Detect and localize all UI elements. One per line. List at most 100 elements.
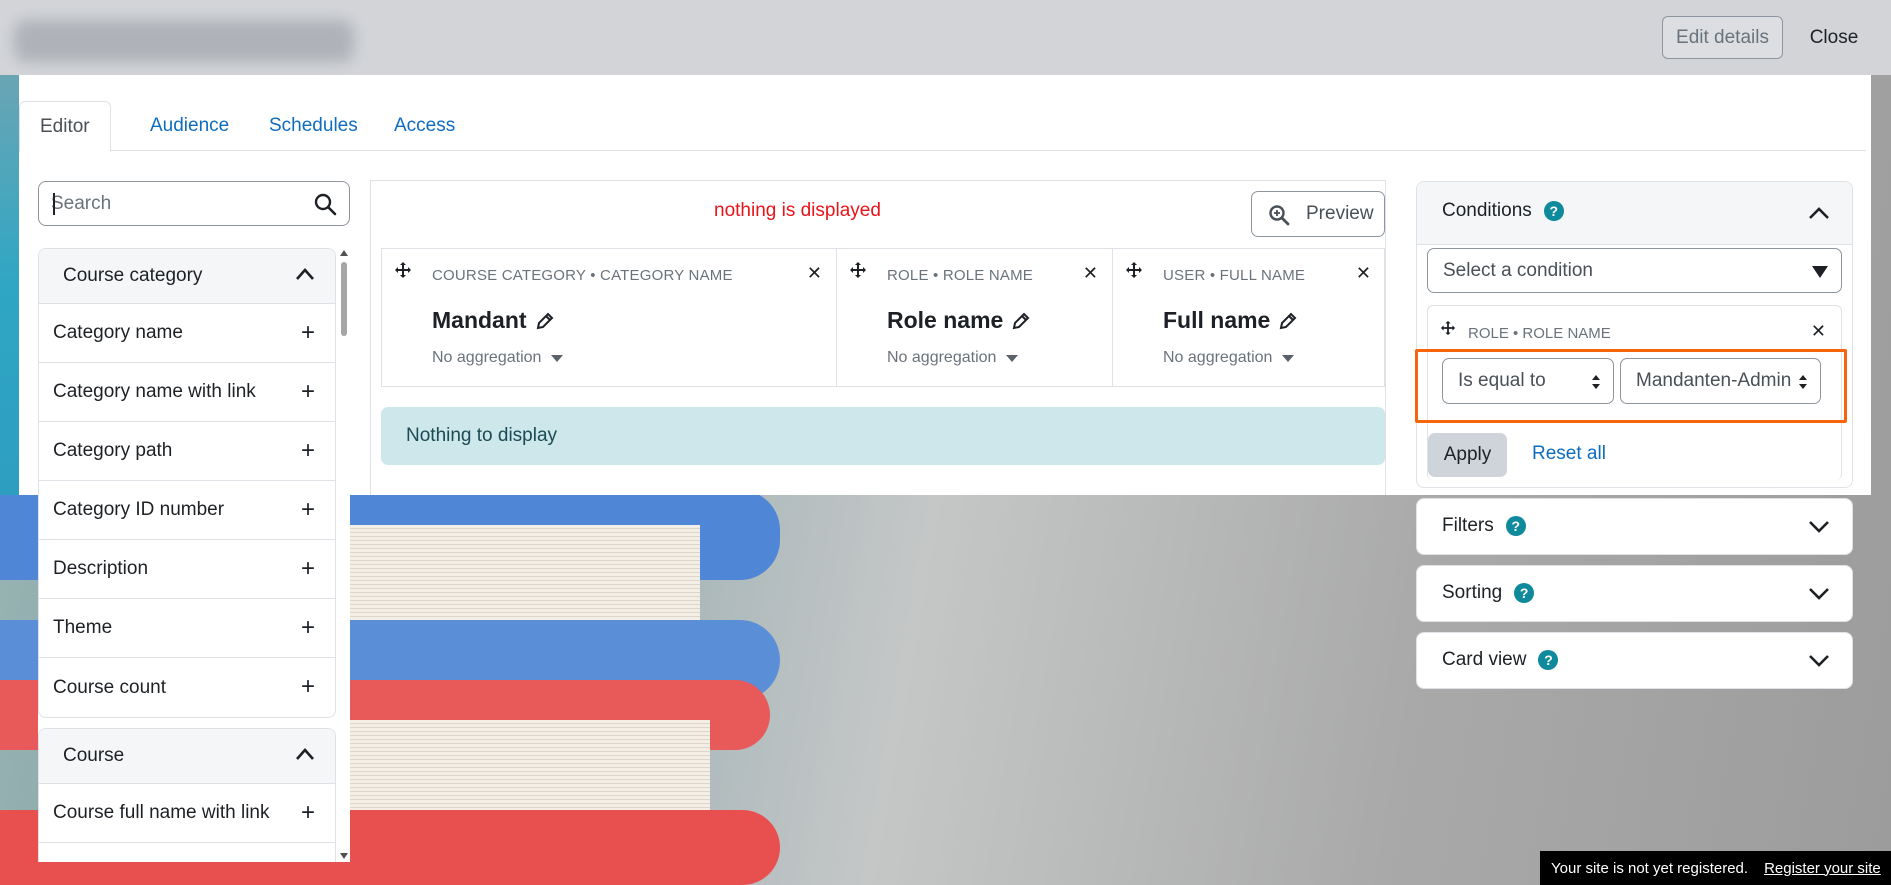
plus-icon[interactable]: + [301, 557, 315, 581]
plus-icon[interactable]: + [301, 801, 315, 825]
scroll-up-arrow[interactable] [340, 250, 348, 256]
card-view-title: Card view [1442, 649, 1527, 670]
sorting-title: Sorting [1442, 582, 1503, 603]
column-caption: COURSE CATEGORY • CATEGORY NAME [432, 267, 733, 284]
highlight-box [1415, 349, 1847, 423]
help-icon[interactable]: ? [1543, 201, 1564, 221]
aggregation-label: No aggregation [887, 349, 997, 366]
item-label: Theme [53, 617, 113, 638]
aggregation-label: No aggregation [1163, 349, 1273, 366]
group-header[interactable]: Course [39, 729, 335, 784]
report-column[interactable]: COURSE CATEGORY • CATEGORY NAME ✕ Mandan… [382, 249, 837, 386]
search-icon[interactable] [313, 192, 337, 216]
report-column[interactable]: ROLE • ROLE NAME ✕ Role name No aggregat… [837, 249, 1113, 386]
chevron-up-icon[interactable] [295, 267, 315, 281]
plus-icon[interactable]: + [301, 616, 315, 640]
tab-editor[interactable]: Editor [19, 101, 111, 152]
chevron-up-icon[interactable] [295, 747, 315, 761]
column-name[interactable]: Role name [887, 307, 1031, 334]
edit-details-button[interactable]: Edit details [1662, 16, 1783, 59]
sidebar-scrollbar[interactable] [338, 248, 350, 862]
preview-button[interactable]: Preview [1251, 191, 1385, 237]
registration-text: Your site is not yet registered. [1551, 859, 1749, 877]
column-caption: USER • FULL NAME [1163, 267, 1306, 284]
close-button[interactable]: Close [1797, 16, 1871, 59]
tab-access[interactable]: Access [374, 101, 475, 151]
report-columns: COURSE CATEGORY • CATEGORY NAME ✕ Mandan… [381, 248, 1385, 387]
zoom-in-icon [1269, 205, 1290, 226]
remove-condition-icon[interactable]: ✕ [1811, 321, 1826, 342]
plus-icon[interactable]: + [301, 675, 315, 699]
remove-column-icon[interactable]: ✕ [807, 263, 822, 284]
remove-column-icon[interactable]: ✕ [1083, 263, 1098, 284]
list-item[interactable]: Category path + [39, 422, 335, 481]
search-box [38, 181, 350, 226]
pencil-icon[interactable] [535, 311, 555, 331]
column-name-text: Full name [1163, 307, 1271, 333]
card-view-section[interactable]: Card view? [1416, 632, 1853, 689]
list-item[interactable]: Course full name with link + [39, 784, 335, 843]
list-item-partial[interactable] [39, 843, 335, 862]
sidebar-list: Course category Category name + Category … [38, 248, 350, 862]
group-header[interactable]: Course category [39, 249, 335, 304]
column-caption: ROLE • ROLE NAME [887, 267, 1033, 284]
plus-icon[interactable]: + [301, 380, 315, 404]
caret-down-icon [1006, 354, 1019, 362]
sorting-section[interactable]: Sorting? [1416, 565, 1853, 622]
list-item[interactable]: Description + [39, 540, 335, 599]
empty-alert: Nothing to display [381, 407, 1385, 465]
reset-all-link[interactable]: Reset all [1532, 443, 1606, 465]
top-bar: Edit details Close [0, 0, 1891, 75]
report-area: nothing is displayed Preview COURSE CATE… [370, 180, 1386, 495]
text-caret [53, 193, 55, 215]
filters-section[interactable]: Filters? [1416, 498, 1853, 555]
register-site-link[interactable]: Register your site [1764, 860, 1881, 877]
help-icon[interactable]: ? [1514, 583, 1535, 603]
chevron-down-icon[interactable] [1808, 519, 1830, 533]
chevron-down-icon[interactable] [1808, 586, 1830, 600]
list-item[interactable]: Category name with link + [39, 363, 335, 422]
move-icon[interactable] [1125, 261, 1143, 279]
condition-select[interactable]: Select a condition [1427, 248, 1842, 293]
column-name-text: Role name [887, 307, 1004, 333]
scrollbar-thumb[interactable] [341, 262, 347, 336]
aggregation-dropdown[interactable]: No aggregation [1163, 349, 1295, 367]
aggregation-dropdown[interactable]: No aggregation [432, 349, 564, 367]
help-icon[interactable]: ? [1505, 516, 1526, 536]
column-name[interactable]: Mandant [432, 307, 555, 334]
remove-column-icon[interactable]: ✕ [1356, 263, 1371, 284]
pencil-icon[interactable] [1011, 311, 1031, 331]
list-item[interactable]: Theme + [39, 599, 335, 658]
aggregation-label: No aggregation [432, 349, 542, 366]
help-icon[interactable]: ? [1538, 650, 1559, 670]
chevron-up-icon[interactable] [1808, 206, 1830, 220]
plus-icon[interactable]: + [301, 498, 315, 522]
pencil-icon[interactable] [1278, 311, 1298, 331]
item-label: Description [53, 558, 149, 579]
scroll-down-arrow[interactable] [340, 853, 348, 859]
list-item[interactable]: Category name + [39, 304, 335, 363]
move-icon[interactable] [394, 261, 412, 279]
group-title: Course [63, 745, 125, 766]
column-name[interactable]: Full name [1163, 307, 1298, 334]
list-item[interactable]: Course count + [39, 658, 335, 717]
conditions-header[interactable]: Conditions? [1417, 182, 1852, 245]
plus-icon[interactable]: + [301, 439, 315, 463]
chevron-down-icon[interactable] [1808, 653, 1830, 667]
aggregation-dropdown[interactable]: No aggregation [887, 349, 1019, 367]
tab-audience[interactable]: Audience [130, 101, 249, 151]
list-item[interactable]: Category ID number + [39, 481, 335, 540]
plus-icon[interactable]: + [301, 321, 315, 345]
tab-bar: Editor Audience Schedules Access [19, 101, 1866, 152]
tab-schedules[interactable]: Schedules [249, 101, 378, 151]
preview-label: Preview [1306, 203, 1374, 224]
move-icon[interactable] [849, 261, 867, 279]
report-column[interactable]: USER • FULL NAME ✕ Full name No aggregat… [1113, 249, 1385, 386]
item-label: Category name with link [53, 381, 256, 402]
apply-button[interactable]: Apply [1428, 433, 1507, 477]
condition-select-label: Select a condition [1443, 259, 1593, 281]
filters-title: Filters [1442, 515, 1494, 536]
move-icon[interactable] [1440, 320, 1456, 336]
annotation-note: nothing is displayed [714, 200, 881, 221]
search-input[interactable] [51, 182, 311, 225]
